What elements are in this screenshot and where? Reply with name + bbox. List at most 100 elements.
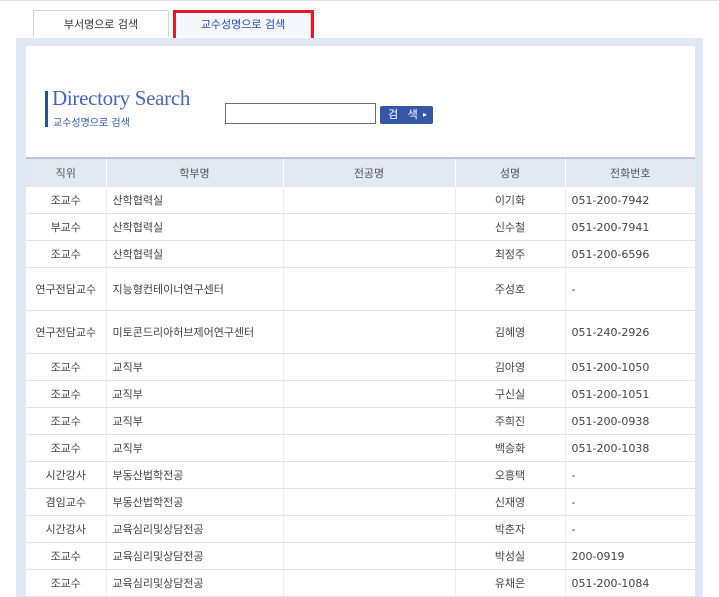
- cell-phone: -: [564, 461, 695, 489]
- cell-name[interactable]: 오흥택: [454, 461, 565, 489]
- cell-phone: 051-200-7942: [564, 187, 695, 214]
- cell-name[interactable]: 김아영: [454, 353, 565, 381]
- header-major: 전공명: [282, 157, 455, 187]
- table-row: 조교수 교직부 구신실 051-200-1051: [26, 380, 695, 408]
- cell-title: 연구전담교수: [26, 310, 106, 354]
- cell-dept: 지능형컨테이너연구센터: [105, 267, 283, 311]
- header-name: 성명: [454, 157, 565, 187]
- cell-title: 조교수: [26, 380, 106, 408]
- cell-phone: 200-0919: [564, 542, 695, 570]
- cell-major: [282, 267, 455, 311]
- cell-phone: 051-200-7941: [564, 213, 695, 241]
- header-dept: 학부명: [105, 157, 283, 187]
- cell-name[interactable]: 김혜영: [454, 310, 565, 354]
- cell-title: 부교수: [26, 213, 106, 241]
- cell-dept: 교직부: [105, 407, 283, 435]
- cell-title: 조교수: [26, 542, 106, 570]
- cell-dept: 교직부: [105, 353, 283, 381]
- cell-dept: 교직부: [105, 380, 283, 408]
- cell-major: [282, 569, 455, 597]
- cell-major: [282, 488, 455, 516]
- cell-name[interactable]: 신재영: [454, 488, 565, 516]
- table-row: 연구전담교수 미토콘드리아허브제어연구센터 김혜영 051-240-2926: [26, 310, 695, 354]
- cell-name[interactable]: 박춘자: [454, 515, 565, 543]
- cell-phone: -: [564, 267, 695, 311]
- cell-major: [282, 187, 455, 214]
- cell-major: [282, 240, 455, 268]
- cell-title: 조교수: [26, 569, 106, 597]
- cell-dept: 미토콘드리아허브제어연구센터: [105, 310, 283, 354]
- tab-department-search[interactable]: 부서명으로 검색: [33, 10, 169, 37]
- cell-phone: 051-240-2926: [564, 310, 695, 354]
- cell-phone: 051-200-1051: [564, 380, 695, 408]
- cell-name[interactable]: 주성호: [454, 267, 565, 311]
- cell-title: 조교수: [26, 240, 106, 268]
- cell-name[interactable]: 최정주: [454, 240, 565, 268]
- cell-title: 겸임교수: [26, 488, 106, 516]
- cell-phone: 051-200-6596: [564, 240, 695, 268]
- cell-name[interactable]: 백승화: [454, 434, 565, 462]
- cell-major: [282, 515, 455, 543]
- cell-name[interactable]: 신수철: [454, 213, 565, 241]
- cell-major: [282, 434, 455, 462]
- cell-title: 조교수: [26, 407, 106, 435]
- search-button[interactable]: 검 색 ▸: [380, 106, 433, 124]
- cell-dept: 산학협력실: [105, 213, 283, 241]
- directory-table: 직위 학부명 전공명 성명 전화번호 조교수 산학협력실 이기화 051-200…: [26, 157, 695, 597]
- cell-major: [282, 542, 455, 570]
- cell-phone: 051-200-1050: [564, 353, 695, 381]
- cell-name[interactable]: 박성실: [454, 542, 565, 570]
- table-row: 조교수 교직부 백승화 051-200-1038: [26, 434, 695, 462]
- cell-major: [282, 407, 455, 435]
- cell-title: 조교수: [26, 434, 106, 462]
- cell-dept: 교육심리및상담전공: [105, 569, 283, 597]
- table-row: 연구전담교수 지능형컨테이너연구센터 주성호 -: [26, 267, 695, 311]
- cell-title: 조교수: [26, 187, 106, 214]
- search-button-label: 검 색: [388, 108, 421, 121]
- cell-name[interactable]: 주희진: [454, 407, 565, 435]
- cell-major: [282, 353, 455, 381]
- cell-dept: 부동산법학전공: [105, 488, 283, 516]
- cell-phone: 051-200-1038: [564, 434, 695, 462]
- page-title: Directory Search: [52, 86, 191, 110]
- cell-phone: 051-200-1084: [564, 569, 695, 597]
- table-header-row: 직위 학부명 전공명 성명 전화번호: [26, 157, 695, 187]
- cell-title: 시간강사: [26, 461, 106, 489]
- cell-major: [282, 310, 455, 354]
- logo-accent-bar: [45, 91, 48, 127]
- header-title: 직위: [26, 157, 106, 187]
- cell-title: 연구전담교수: [26, 267, 106, 311]
- cell-dept: 산학협력실: [105, 187, 283, 214]
- table-row: 조교수 교직부 주희진 051-200-0938: [26, 407, 695, 435]
- table-row: 부교수 산학협력실 신수철 051-200-7941: [26, 213, 695, 241]
- cell-title: 조교수: [26, 353, 106, 381]
- cell-dept: 산학협력실: [105, 240, 283, 268]
- cell-phone: -: [564, 488, 695, 516]
- table-row: 조교수 산학협력실 최정주 051-200-6596: [26, 240, 695, 268]
- table-row: 조교수 교육심리및상담전공 유채은 051-200-1084: [26, 569, 695, 597]
- table-row: 조교수 산학협력실 이기화 051-200-7942: [26, 187, 695, 214]
- cell-dept: 교직부: [105, 434, 283, 462]
- cell-major: [282, 461, 455, 489]
- cell-phone: 051-200-0938: [564, 407, 695, 435]
- cell-title: 시간강사: [26, 515, 106, 543]
- header-phone: 전화번호: [564, 157, 695, 187]
- top-divider: [0, 0, 719, 1]
- cell-phone: -: [564, 515, 695, 543]
- cell-dept: 부동산법학전공: [105, 461, 283, 489]
- cell-major: [282, 213, 455, 241]
- cell-name[interactable]: 이기화: [454, 187, 565, 214]
- table-row: 겸임교수 부동산법학전공 신재영 -: [26, 488, 695, 516]
- cell-dept: 교육심리및상담전공: [105, 515, 283, 543]
- cell-dept: 교육심리및상담전공: [105, 542, 283, 570]
- search-input[interactable]: [225, 103, 376, 124]
- table-row: 조교수 교육심리및상담전공 박성실 200-0919: [26, 542, 695, 570]
- cell-name[interactable]: 유채은: [454, 569, 565, 597]
- table-row: 시간강사 부동산법학전공 오흥택 -: [26, 461, 695, 489]
- table-row: 조교수 교직부 김아영 051-200-1050: [26, 353, 695, 381]
- table-row: 시간강사 교육심리및상담전공 박춘자 -: [26, 515, 695, 543]
- page-subtitle: 교수성명으로 검색: [53, 118, 130, 129]
- cell-name[interactable]: 구신실: [454, 380, 565, 408]
- cell-major: [282, 380, 455, 408]
- arrow-right-icon: ▸: [422, 110, 427, 119]
